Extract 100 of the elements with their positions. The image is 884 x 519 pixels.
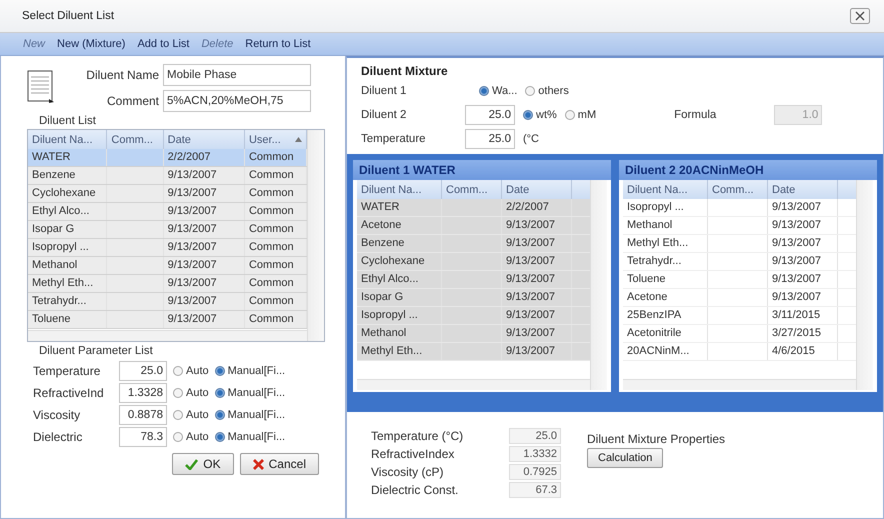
scrollbar[interactable] [623, 379, 856, 390]
radio-button[interactable]: wt% [523, 109, 557, 121]
table-row[interactable]: Benzene 9/13/2007 Common [28, 167, 307, 185]
table-cell: 3/27/2015 [768, 325, 838, 342]
input-field: 1.0 [774, 105, 822, 125]
input-field[interactable]: 25.0 [465, 105, 515, 125]
property-label: Viscosity (cP) [371, 465, 444, 479]
table-cell: Methyl Eth... [623, 235, 708, 252]
radio-button[interactable]: Wa... [479, 85, 518, 97]
table-cell: 20ACNinM... [623, 343, 708, 360]
table-row[interactable]: WATER 2/2/2007 Common [28, 149, 307, 167]
radio-button[interactable]: Manual[Fi... [214, 431, 286, 443]
field-label: Diluent 2 [361, 109, 408, 121]
table-cell: 9/13/2007 [502, 253, 572, 270]
calculation-button[interactable]: Calculation [587, 448, 664, 468]
radio-button[interactable]: Manual[Fi... [214, 409, 286, 421]
table-cell: 2/2/2007 [164, 149, 245, 166]
table-cell: Benzene [28, 167, 108, 184]
field-label: Viscosity [33, 408, 82, 422]
readonly-field: 25.0 [509, 428, 561, 444]
table-cell: 9/13/2007 [164, 293, 245, 310]
field-label: RefractiveInd [33, 386, 105, 400]
table-row[interactable]: Methanol 9/13/2007 Common [28, 257, 307, 275]
table-cell: 25BenzIPA [623, 307, 708, 324]
cross-icon [252, 458, 264, 470]
table-cell: Cyclohexane [357, 253, 442, 270]
input-field[interactable]: 0.8878 [119, 405, 167, 425]
close-icon[interactable] [850, 8, 870, 24]
input-field[interactable]: 25.0 [119, 361, 167, 381]
table-cell: 2/2/2007 [502, 199, 572, 216]
input-field[interactable]: Mobile Phase [163, 64, 311, 86]
scrollbar[interactable] [28, 330, 307, 341]
scrollbar[interactable] [307, 130, 324, 341]
table-cell: Isopropyl ... [623, 199, 708, 216]
table-row[interactable]: Cyclohexane 9/13/2007 Common [28, 185, 307, 203]
ok-button[interactable]: OK [172, 453, 234, 475]
section-title: Diluent Mixture [361, 64, 449, 78]
section-label: Diluent Parameter List [39, 345, 154, 357]
table-title: Diluent 2 20ACNinMeOH [619, 160, 877, 180]
table-cell: 9/13/2007 [164, 167, 245, 184]
table-cell: Acetone [357, 217, 442, 234]
toolbar-button[interactable]: Add to List [132, 36, 194, 52]
input-field[interactable]: 25.0 [465, 129, 515, 149]
table-cell: 9/13/2007 [768, 235, 838, 252]
table-cell: 9/13/2007 [768, 217, 838, 234]
scrollbar[interactable] [856, 180, 873, 390]
table-cell: Ethyl Alco... [357, 271, 442, 288]
toolbar-button[interactable]: Return to List [240, 36, 316, 52]
table-cell: Toluene [28, 311, 108, 328]
table-cell: Tetrahydr... [28, 293, 108, 310]
radio-button[interactable]: Auto [173, 387, 209, 399]
radio-button[interactable]: others [525, 85, 569, 97]
field-label: Dielectric [33, 430, 84, 444]
table-cell: 9/13/2007 [768, 199, 838, 216]
input-field[interactable]: 1.3328 [119, 383, 167, 403]
unit-label: (°C [523, 133, 540, 145]
table-cell: 9/13/2007 [768, 253, 838, 270]
toolbar-button[interactable]: New (Mixture) [52, 36, 130, 52]
table-row[interactable]: Toluene 9/13/2007 Common [28, 311, 307, 329]
table-cell: 9/13/2007 [164, 257, 245, 274]
table-cell: WATER [357, 199, 442, 216]
table-row[interactable]: Tetrahydr... 9/13/2007 Common [28, 293, 307, 311]
field-label: Temperature [33, 364, 102, 378]
table-cell: 9/13/2007 [502, 235, 572, 252]
radio-button[interactable]: Manual[Fi... [214, 387, 286, 399]
table-row[interactable]: Methyl Eth... 9/13/2007 Common [28, 275, 307, 293]
input-field[interactable]: 78.3 [119, 427, 167, 447]
radio-button[interactable]: mM [564, 109, 596, 121]
table-cell: 9/13/2007 [502, 289, 572, 306]
field-label: Diluent Name [85, 68, 159, 82]
table-row[interactable]: Isopar G 9/13/2007 Common [28, 221, 307, 239]
cancel-button[interactable]: Cancel [240, 453, 319, 475]
table-title: Diluent 1 WATER [353, 160, 611, 180]
table-cell: 9/13/2007 [164, 221, 245, 238]
radio-button[interactable]: Auto [173, 365, 209, 377]
table-cell: Tetrahydr... [623, 253, 708, 270]
check-icon [185, 458, 198, 470]
table-cell: Isopar G [28, 221, 108, 238]
table-cell: Methanol [357, 325, 442, 342]
table-cell: 9/13/2007 [164, 185, 245, 202]
table-cell: Isopar G [357, 289, 442, 306]
table-cell: 9/13/2007 [502, 217, 572, 234]
property-label: Temperature (°C) [371, 429, 464, 443]
table-row[interactable]: Ethyl Alco... 9/13/2007 Common [28, 203, 307, 221]
table-cell: 9/13/2007 [164, 275, 245, 292]
table-cell: WATER [28, 149, 108, 166]
table-cell: Isopropyl ... [357, 307, 442, 324]
radio-button[interactable]: Auto [173, 409, 209, 421]
table-cell: Ethyl Alco... [28, 203, 108, 220]
table-cell: Toluene [623, 271, 708, 288]
radio-button[interactable]: Auto [173, 431, 209, 443]
table-cell: Acetonitrile [623, 325, 708, 342]
field-label: Diluent 1 [361, 85, 408, 97]
table-cell: Methyl Eth... [357, 343, 442, 360]
table-row[interactable]: Isopropyl ... 9/13/2007 Common [28, 239, 307, 257]
radio-button[interactable]: Manual[Fi... [214, 365, 286, 377]
table-cell: 9/13/2007 [502, 307, 572, 324]
input-field[interactable]: 5%ACN,20%MeOH,75 [163, 90, 311, 112]
readonly-field: 0.7925 [509, 464, 561, 480]
table-cell: 9/13/2007 [502, 325, 572, 342]
